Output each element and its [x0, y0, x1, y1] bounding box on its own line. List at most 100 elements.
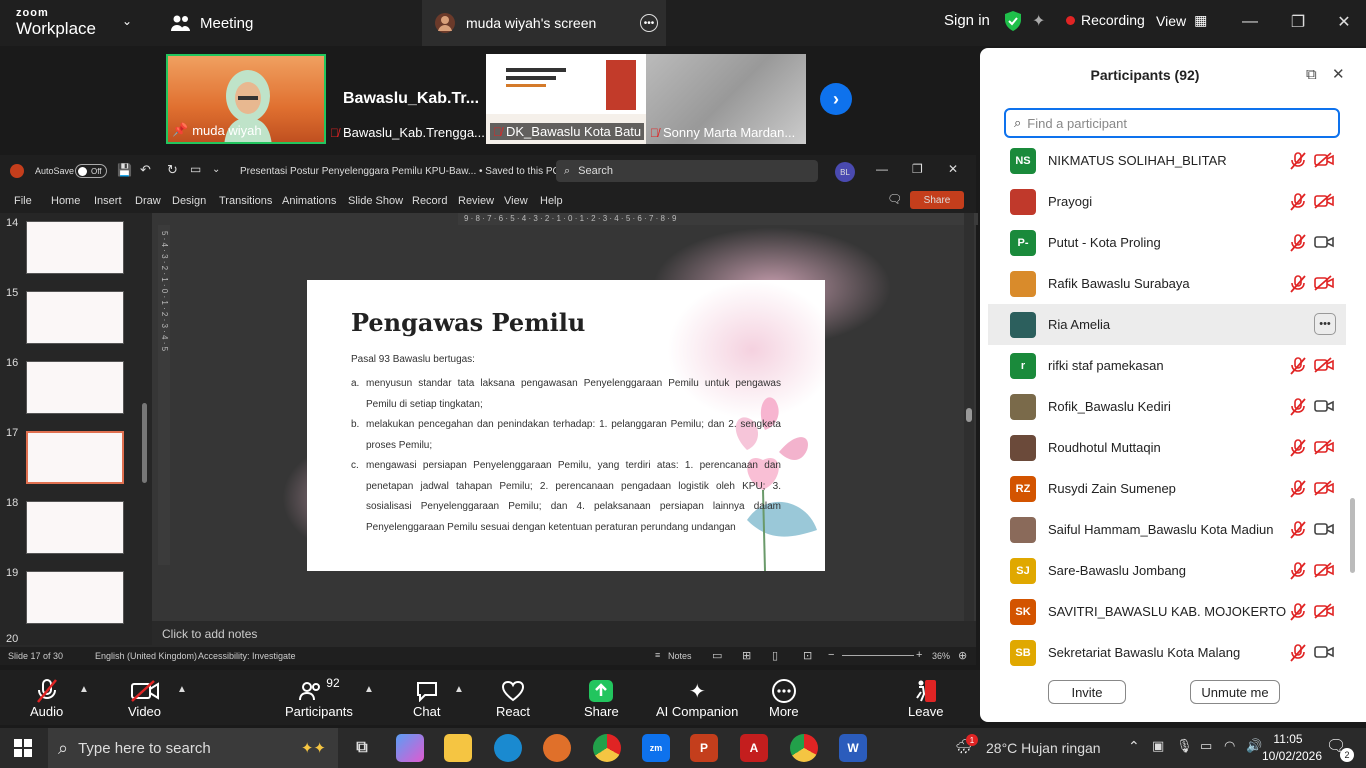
- file-explorer-app-icon[interactable]: [444, 734, 472, 762]
- slide-thumbnail[interactable]: [26, 501, 124, 554]
- menu-home[interactable]: Home: [51, 195, 80, 207]
- reading-view-icon[interactable]: ▯: [772, 649, 778, 662]
- taskbar-search-box[interactable]: ⌕ Type here to search ✦✦: [48, 728, 338, 768]
- menu-review[interactable]: Review: [458, 195, 494, 207]
- tray-overflow-icon[interactable]: ⌃: [1128, 738, 1140, 755]
- muted-mic-icon[interactable]: [1290, 439, 1306, 460]
- powerpoint-app-icon[interactable]: P: [690, 734, 718, 762]
- more-options-icon[interactable]: •••: [640, 14, 658, 32]
- close-panel-icon[interactable]: ✕: [1332, 65, 1345, 83]
- slide-vertical-scrollbar[interactable]: [964, 213, 974, 621]
- chat-button[interactable]: Chat: [413, 678, 440, 719]
- notes-pane[interactable]: Click to add notes: [152, 621, 976, 647]
- zoom-in-icon[interactable]: +: [916, 649, 922, 661]
- menu-insert[interactable]: Insert: [94, 195, 122, 207]
- video-off-icon[interactable]: [1314, 152, 1334, 171]
- menu-help[interactable]: Help: [540, 195, 563, 207]
- current-slide[interactable]: Pengawas Pemilu Pasal 93 Bawaslu bertuga…: [307, 280, 825, 571]
- video-tile[interactable]: 🎙̸ DK_Bawaslu Kota Batu: [486, 54, 646, 144]
- muted-mic-icon[interactable]: [1290, 603, 1306, 624]
- menu-slideshow[interactable]: Slide Show: [348, 195, 403, 207]
- weather-text[interactable]: 28°C Hujan ringan: [986, 740, 1101, 756]
- save-icon[interactable]: 💾: [117, 163, 132, 177]
- video-options-caret-icon[interactable]: ▲: [177, 684, 187, 695]
- menu-design[interactable]: Design: [172, 195, 206, 207]
- participant-row[interactable]: Rafik Bawaslu Surabaya: [988, 263, 1346, 304]
- participant-search-input[interactable]: ⌕ Find a participant: [1004, 108, 1340, 138]
- popout-icon[interactable]: ⧉: [1306, 66, 1317, 83]
- share-button[interactable]: Share: [910, 191, 964, 209]
- ppt-restore-icon[interactable]: ❐: [912, 162, 923, 176]
- zoom-out-icon[interactable]: −: [828, 649, 834, 661]
- clock-date[interactable]: 10/02/2026: [1260, 749, 1324, 763]
- slide-thumbnail[interactable]: [26, 361, 124, 414]
- video-off-icon[interactable]: [1314, 603, 1334, 622]
- thumbs-scrollbar[interactable]: [142, 403, 147, 483]
- ai-companion-button[interactable]: ✦ AI Companion: [656, 678, 738, 720]
- notes-toggle[interactable]: Notes: [668, 651, 692, 661]
- shared-screen-tab[interactable]: muda wiyah's screen •••: [422, 0, 666, 46]
- share-screen-button[interactable]: Share: [584, 678, 619, 719]
- muted-mic-icon[interactable]: [1290, 644, 1306, 665]
- video-off-icon[interactable]: [1314, 357, 1334, 376]
- zoom-app-icon[interactable]: zm: [642, 734, 670, 762]
- muted-mic-icon[interactable]: [1290, 193, 1306, 214]
- fit-slide-icon[interactable]: ⊕: [958, 649, 967, 662]
- participant-row[interactable]: Saiful Hammam_Bawaslu Kota Madiun: [988, 509, 1346, 550]
- muted-mic-icon[interactable]: [1290, 357, 1306, 378]
- video-on-icon[interactable]: [1314, 521, 1334, 540]
- muted-mic-icon[interactable]: [1290, 275, 1306, 296]
- participants-button[interactable]: 92 Participants: [285, 676, 353, 719]
- video-off-icon[interactable]: [1314, 439, 1334, 458]
- word-app-icon[interactable]: W: [839, 734, 867, 762]
- participant-row[interactable]: SB Sekretariat Bawaslu Kota Malang: [988, 632, 1346, 668]
- chat-options-caret-icon[interactable]: ▲: [454, 684, 464, 695]
- menu-file[interactable]: File: [14, 195, 32, 207]
- meeting-tab[interactable]: Meeting: [170, 10, 253, 36]
- language-indicator[interactable]: English (United Kingdom): [95, 651, 197, 661]
- video-tile[interactable]: 🎙̸ Sonny Marta Mardan...: [646, 54, 806, 144]
- muted-mic-icon[interactable]: [1290, 398, 1306, 419]
- video-off-icon[interactable]: [1314, 193, 1334, 212]
- chevron-down-icon[interactable]: ⌄: [122, 14, 132, 28]
- participant-row[interactable]: r rifki staf pamekasan: [988, 345, 1346, 386]
- user-avatar[interactable]: BL: [835, 162, 855, 182]
- muted-mic-icon[interactable]: [1290, 234, 1306, 255]
- participant-row[interactable]: SK SAVITRI_BAWASLU KAB. MOJOKERTO: [988, 591, 1346, 632]
- undo-icon[interactable]: ↶: [140, 162, 151, 178]
- participant-row[interactable]: Prayogi: [988, 181, 1346, 222]
- video-on-icon[interactable]: [1314, 234, 1334, 253]
- menu-animations[interactable]: Animations: [282, 195, 336, 207]
- recording-indicator[interactable]: Recording: [1066, 12, 1145, 28]
- acrobat-app-icon[interactable]: A: [740, 734, 768, 762]
- slide-thumbnail-selected[interactable]: [26, 431, 124, 484]
- battery-tray-icon[interactable]: ▭: [1200, 738, 1212, 754]
- clock-time[interactable]: 11:05: [1266, 732, 1310, 746]
- muted-mic-icon[interactable]: [1290, 562, 1306, 583]
- invite-button[interactable]: Invite: [1048, 680, 1126, 704]
- security-shield-icon[interactable]: [1003, 10, 1023, 37]
- firefox-app-icon[interactable]: [543, 734, 571, 762]
- menu-view[interactable]: View: [504, 195, 528, 207]
- video-button[interactable]: Video: [128, 678, 161, 719]
- menu-record[interactable]: Record: [412, 195, 447, 207]
- slideshow-view-icon[interactable]: ⊡: [803, 649, 812, 662]
- sign-in-button[interactable]: Sign in: [944, 12, 990, 29]
- participant-list-scrollbar[interactable]: [1350, 498, 1355, 573]
- participant-row[interactable]: Ria Amelia •••: [988, 304, 1346, 345]
- participant-more-icon[interactable]: •••: [1314, 313, 1336, 335]
- more-button[interactable]: More: [769, 678, 799, 719]
- slide-thumbnail[interactable]: [26, 221, 124, 274]
- video-tile[interactable]: Bawaslu_Kab.Tr... 🎙̸ Bawaslu_Kab.Trengga.…: [326, 54, 486, 144]
- wifi-tray-icon[interactable]: ◠: [1224, 738, 1235, 754]
- chrome-profile-app-icon[interactable]: [790, 734, 818, 762]
- muted-mic-icon[interactable]: [1290, 152, 1306, 173]
- comments-icon[interactable]: 🗨: [887, 192, 902, 206]
- next-page-button[interactable]: ›: [820, 83, 852, 115]
- slide-thumbnail[interactable]: [26, 291, 124, 344]
- react-button[interactable]: React: [496, 678, 530, 719]
- chrome-app-icon[interactable]: [593, 734, 621, 762]
- accessibility-indicator[interactable]: Accessibility: Investigate: [198, 651, 296, 661]
- customize-qat-icon[interactable]: ⌄: [212, 164, 220, 175]
- ppt-search-box[interactable]: ⌕ Search: [556, 160, 818, 182]
